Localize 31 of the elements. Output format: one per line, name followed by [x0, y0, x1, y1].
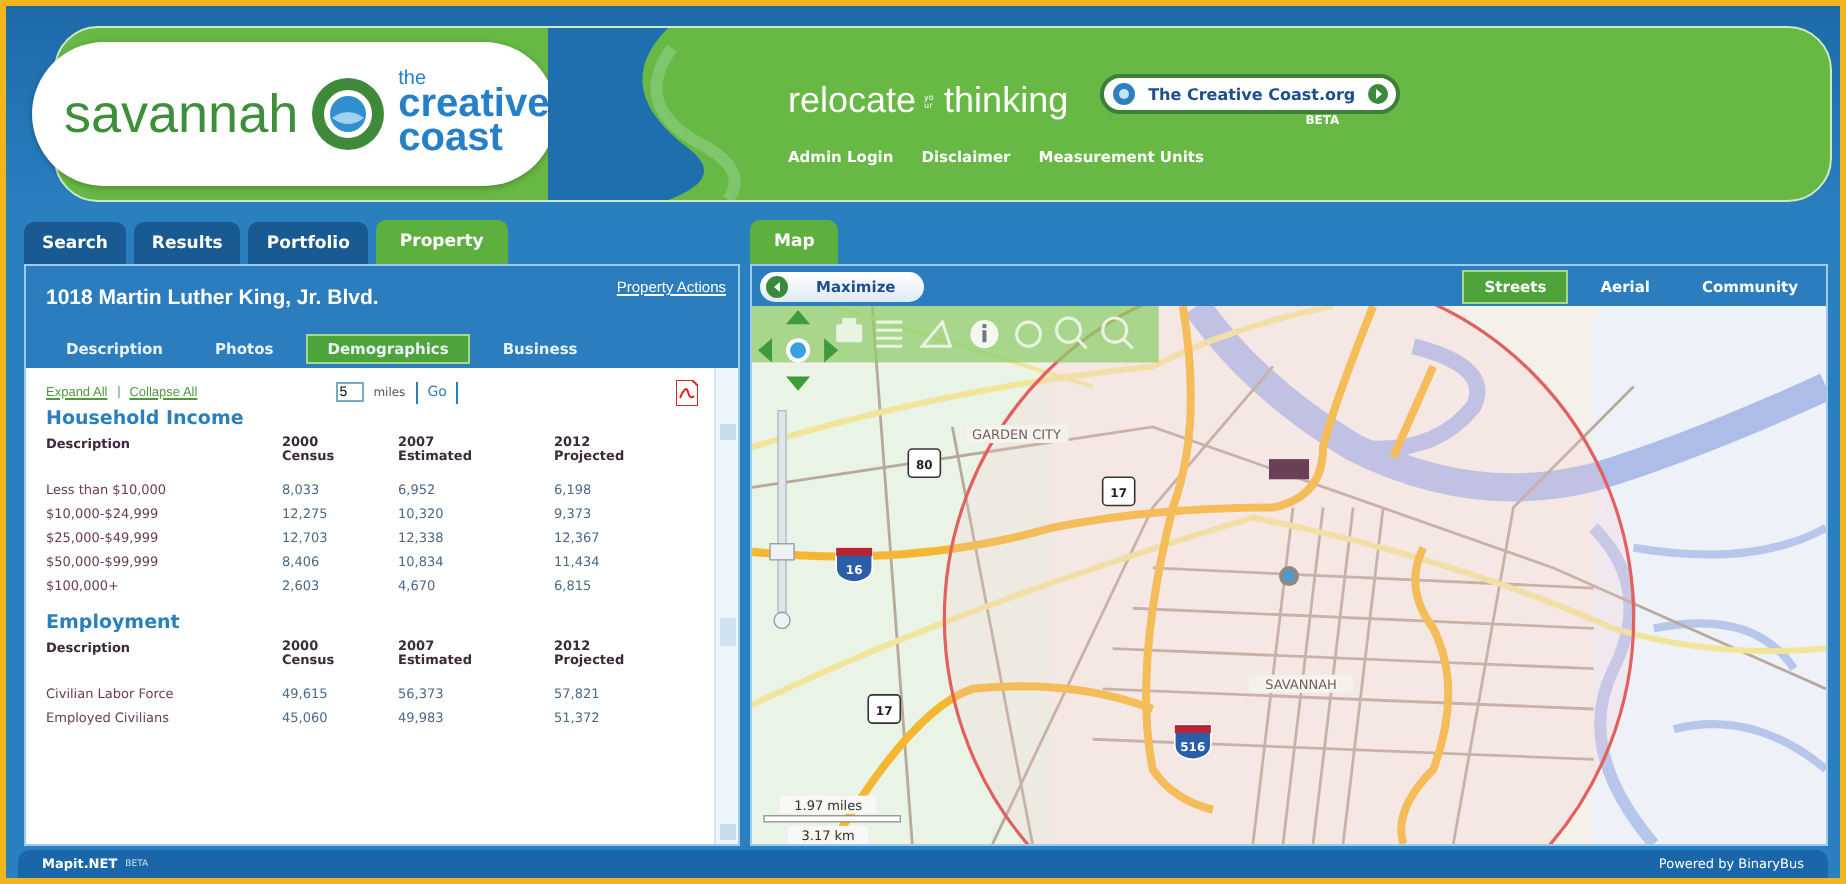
info-icon[interactable] — [970, 320, 999, 349]
section-heading: Household Income — [46, 408, 246, 430]
zoom-out-icon[interactable] — [1101, 316, 1134, 350]
slogan-text: relocate — [788, 80, 917, 122]
logo-text: savannah — [64, 83, 299, 145]
building-marker-icon — [1268, 459, 1310, 480]
scale-bar — [763, 815, 901, 823]
zoom-slider-thumb[interactable] — [769, 543, 795, 561]
panel-tab[interactable]: Property — [375, 220, 508, 264]
logo-tagline: creative — [398, 88, 550, 123]
website-button[interactable]: The Creative Coast.org — [1100, 74, 1400, 114]
logo-emblem-icon — [310, 76, 387, 152]
location-marker-icon[interactable] — [1279, 565, 1299, 587]
slogan-text: thinking — [944, 80, 1069, 122]
panel-tab[interactable]: Portfolio — [248, 222, 368, 264]
panel-tab[interactable]: Results — [133, 222, 241, 264]
section-heading: Employment — [46, 612, 182, 634]
property-title: 1018 Martin Luther King, Jr. Blvd. — [46, 286, 379, 310]
print-icon[interactable] — [836, 318, 863, 343]
map-tab[interactable]: Map — [750, 220, 839, 264]
pdf-icon[interactable] — [676, 379, 698, 405]
measure-icon[interactable] — [919, 319, 953, 348]
logo-tagline: coast — [398, 122, 503, 157]
logo-tagline: the — [398, 71, 427, 89]
zoom-reset-icon[interactable] — [773, 611, 791, 629]
globe-icon — [1112, 82, 1137, 106]
list-icon[interactable] — [874, 320, 904, 348]
zoom-in-icon[interactable] — [1055, 316, 1088, 350]
pan-control-icon[interactable] — [758, 310, 839, 391]
scrollbar[interactable] — [714, 368, 738, 844]
panel-tab[interactable]: Search — [24, 222, 126, 264]
